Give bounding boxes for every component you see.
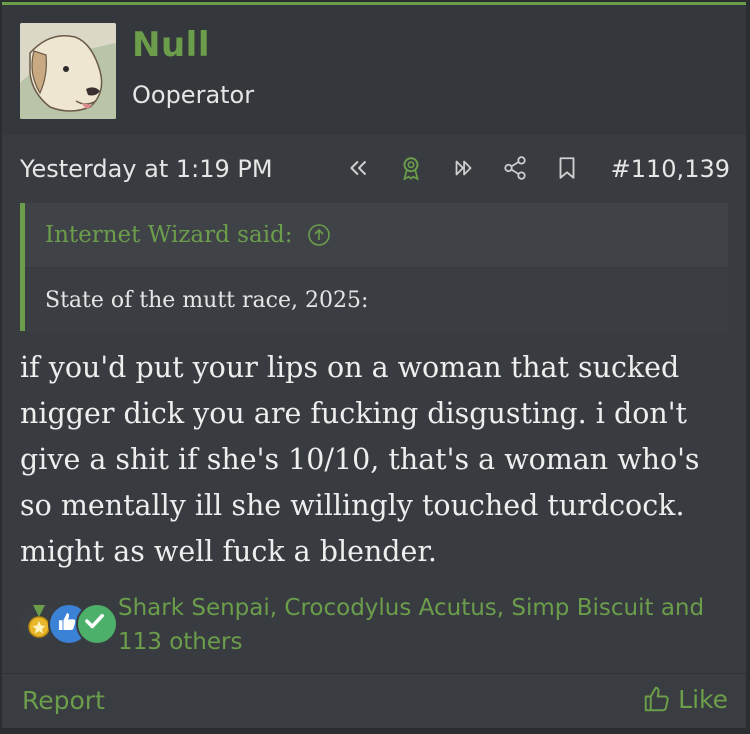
message-body: if you'd put your lips on a woman that s… [20, 345, 732, 575]
double-chevron-left-icon[interactable] [342, 151, 376, 185]
quote-header[interactable]: Internet Wizard said: [25, 203, 728, 268]
quote-text: State of the mutt race, 2025: [25, 268, 728, 332]
thumbs-up-outline-icon [644, 686, 669, 712]
reaction-users[interactable]: Shark Senpai, Crocodylus Acutus, Simp Bi… [118, 591, 728, 659]
avatar[interactable] [20, 23, 116, 119]
bookmark-icon[interactable] [550, 151, 584, 185]
dog-avatar-icon [20, 23, 116, 119]
quote-block: Internet Wizard said: State of the mutt … [20, 203, 728, 332]
post-header: Null Ooperator [2, 5, 746, 135]
username[interactable]: Null [132, 25, 210, 65]
post-number[interactable]: #110,139 [611, 155, 730, 183]
post-footer: Report Like [2, 673, 746, 728]
post-timestamp[interactable]: Yesterday at 1:19 PM [20, 155, 273, 183]
message-text: if you'd put your lips on a woman that s… [20, 351, 700, 568]
like-button[interactable]: Like [642, 684, 728, 714]
post-meta: Yesterday at 1:19 PM #110,139 [2, 135, 746, 201]
user-title: Ooperator [132, 81, 255, 109]
like-label[interactable]: Like [678, 685, 728, 714]
share-icon[interactable] [498, 151, 532, 185]
reaction-icons [18, 603, 118, 645]
double-chevron-right-icon[interactable] [446, 151, 480, 185]
award-ribbon-icon[interactable] [394, 151, 428, 185]
reactions-bar[interactable]: Shark Senpai, Crocodylus Acutus, Simp Bi… [18, 587, 730, 659]
report-button[interactable]: Report [22, 686, 105, 715]
arrow-up-circle-icon[interactable] [307, 223, 331, 247]
post-container: Null Ooperator Yesterday at 1:19 PM #110… [2, 2, 746, 728]
checkmark-icon [76, 603, 118, 645]
quote-author[interactable]: Internet Wizard said: [45, 222, 293, 248]
post-actions [342, 151, 602, 185]
